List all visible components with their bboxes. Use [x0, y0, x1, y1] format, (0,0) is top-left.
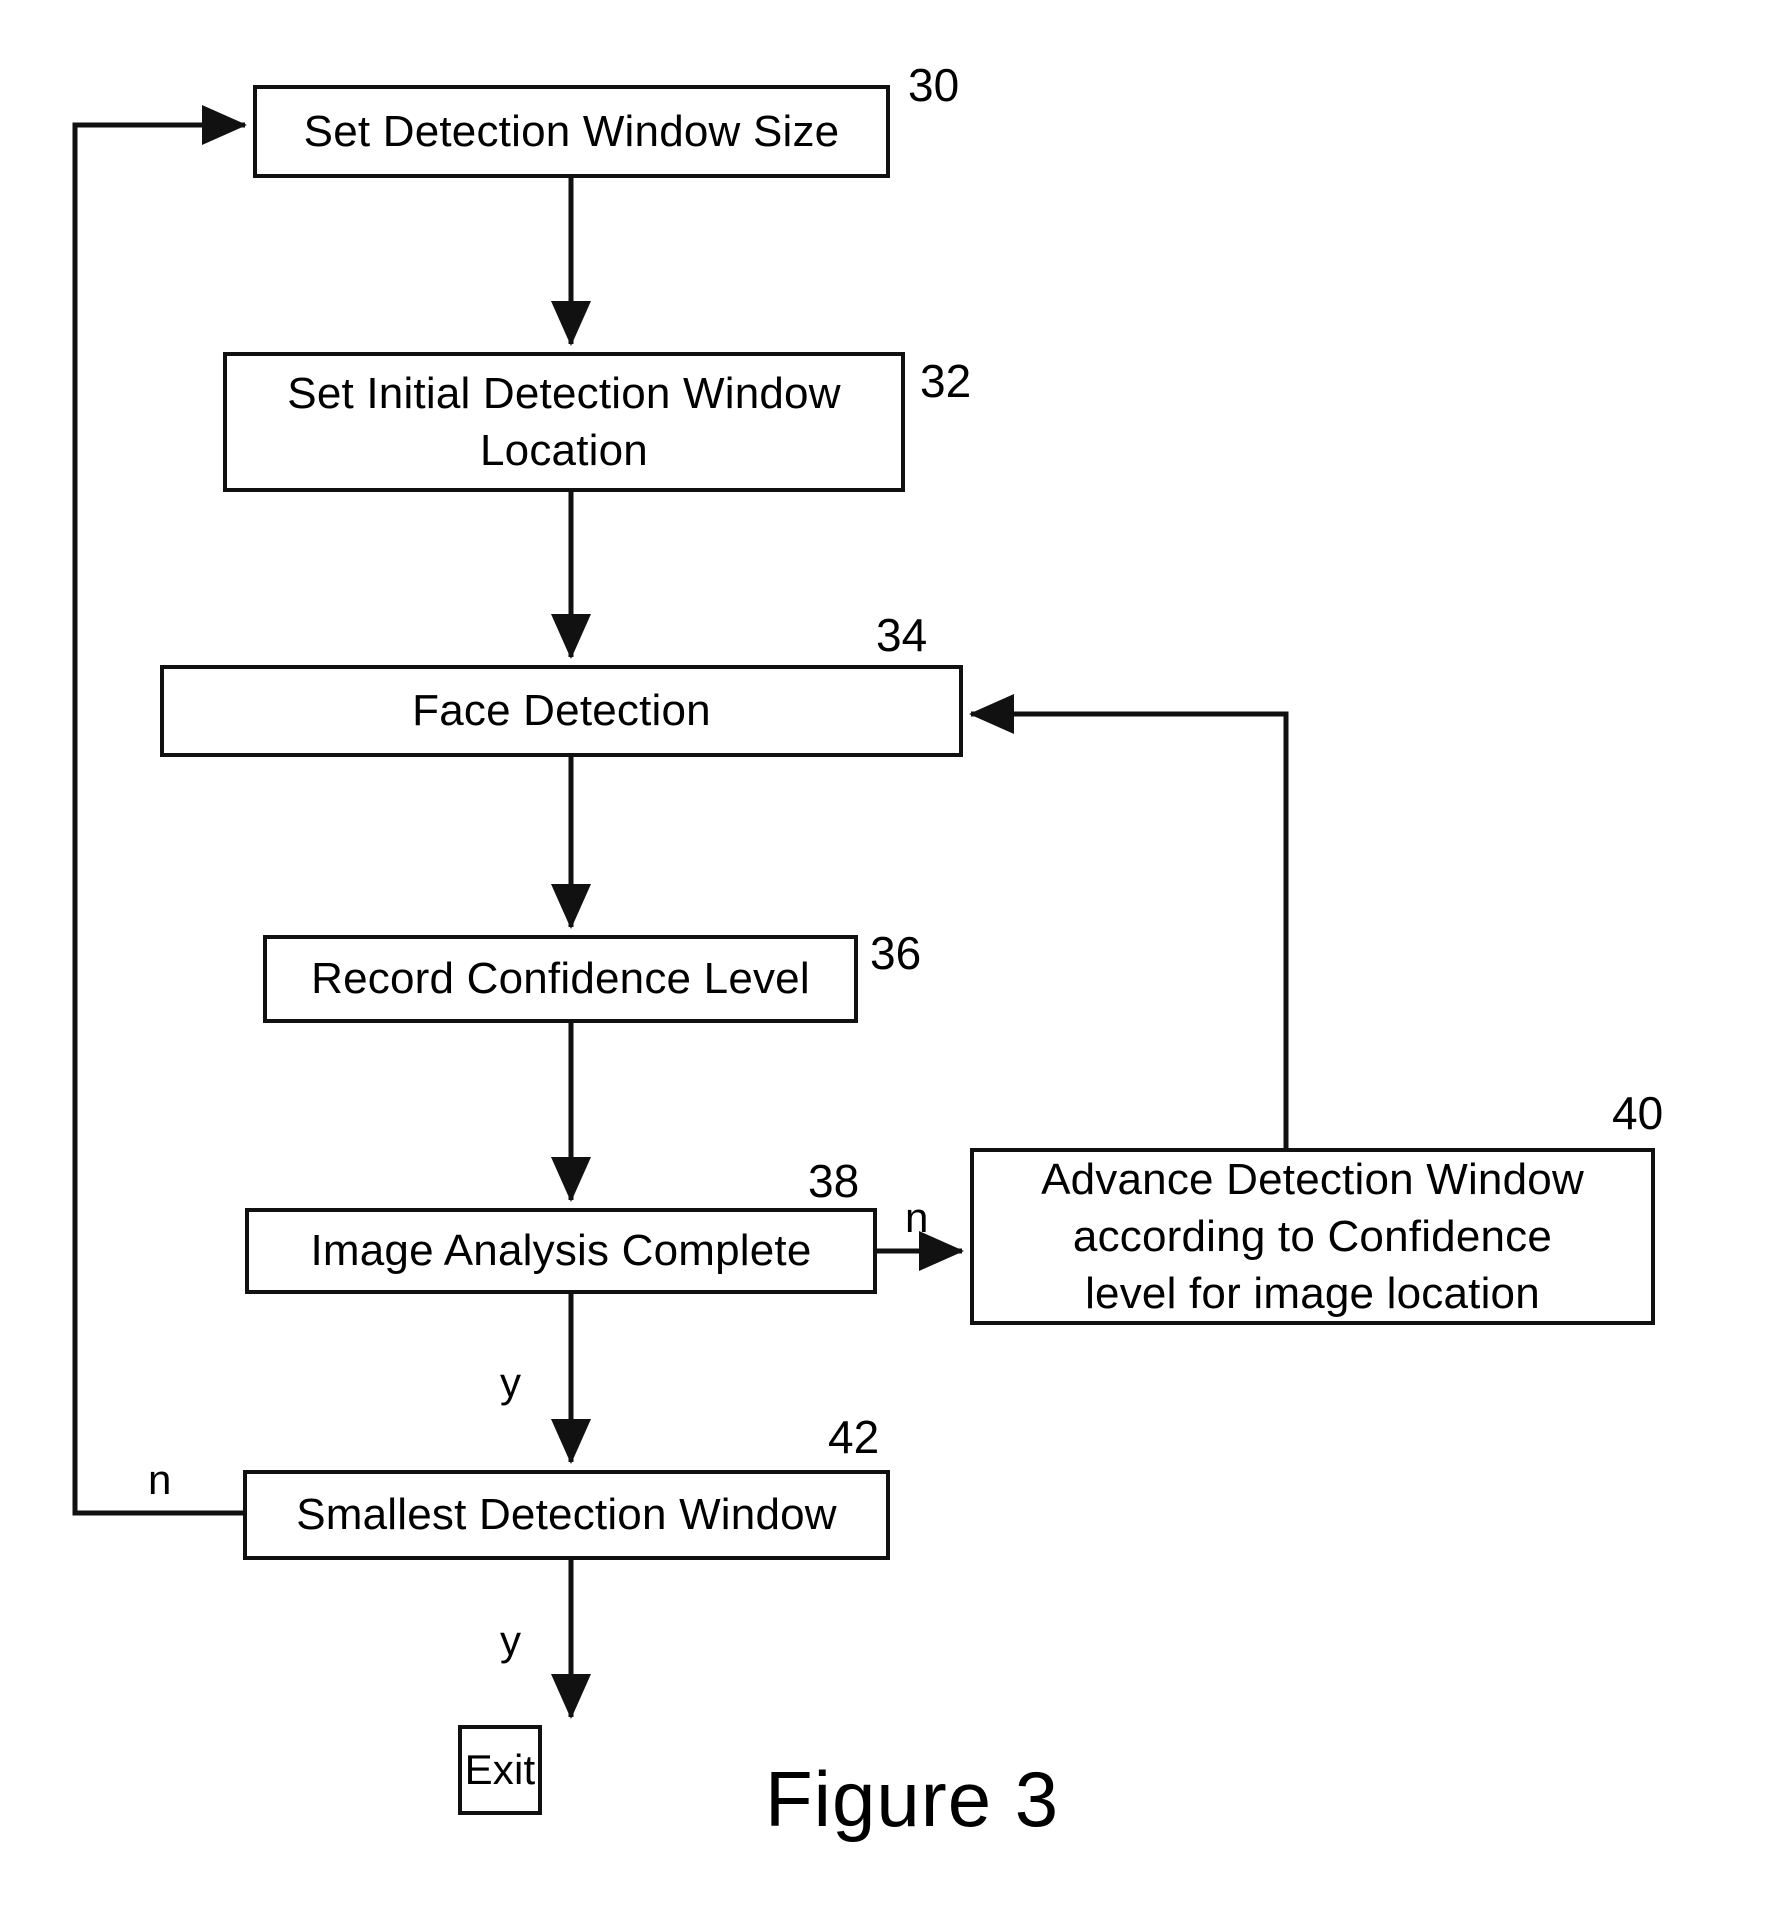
reference-numeral-30: 30 [908, 59, 960, 111]
reference-numeral-42: 42 [828, 1411, 880, 1463]
figure-caption: Figure 3 [765, 1755, 1060, 1843]
node-label: Set Initial Detection Window Location [287, 368, 841, 475]
process-record-confidence-level[interactable]: Record Confidence Level [263, 935, 858, 1023]
edge-label-smallest-window-yes: y [500, 1617, 521, 1664]
decision-image-analysis-complete[interactable]: Image Analysis Complete [245, 1208, 877, 1294]
terminator-exit[interactable]: Exit [458, 1725, 542, 1815]
reference-numeral-34: 34 [876, 609, 928, 661]
node-label: Face Detection [412, 686, 711, 736]
node-label: Image Analysis Complete [310, 1226, 812, 1276]
connector-42-to-30 [72, 105, 247, 1516]
node-label: Smallest Detection Window [296, 1490, 837, 1540]
reference-numeral-36: 36 [870, 927, 922, 979]
process-advance-detection-window[interactable]: Advance Detection Window according to Co… [970, 1148, 1655, 1325]
reference-numeral-38: 38 [808, 1155, 860, 1207]
node-label: Record Confidence Level [311, 954, 810, 1004]
process-set-initial-detection-window-location[interactable]: Set Initial Detection Window Location [223, 352, 905, 492]
edge-label-image-analysis-no: n [905, 1194, 929, 1241]
node-label: Set Detection Window Size [303, 106, 840, 156]
decision-smallest-detection-window[interactable]: Smallest Detection Window [243, 1470, 890, 1560]
edge-label-smallest-window-no: n [148, 1456, 172, 1503]
connector-40-to-34 [969, 694, 1289, 1148]
node-label: Advance Detection Window according to Co… [1041, 1154, 1584, 1319]
figure-canvas: Set Detection Window Size Set Initial De… [0, 0, 1779, 1907]
process-face-detection[interactable]: Face Detection [160, 665, 963, 757]
reference-numeral-40: 40 [1612, 1087, 1664, 1139]
reference-numeral-32: 32 [920, 355, 972, 407]
node-label: Exit [464, 1745, 536, 1793]
edge-label-image-analysis-yes: y [500, 1359, 521, 1406]
process-set-detection-window-size[interactable]: Set Detection Window Size [253, 85, 890, 178]
